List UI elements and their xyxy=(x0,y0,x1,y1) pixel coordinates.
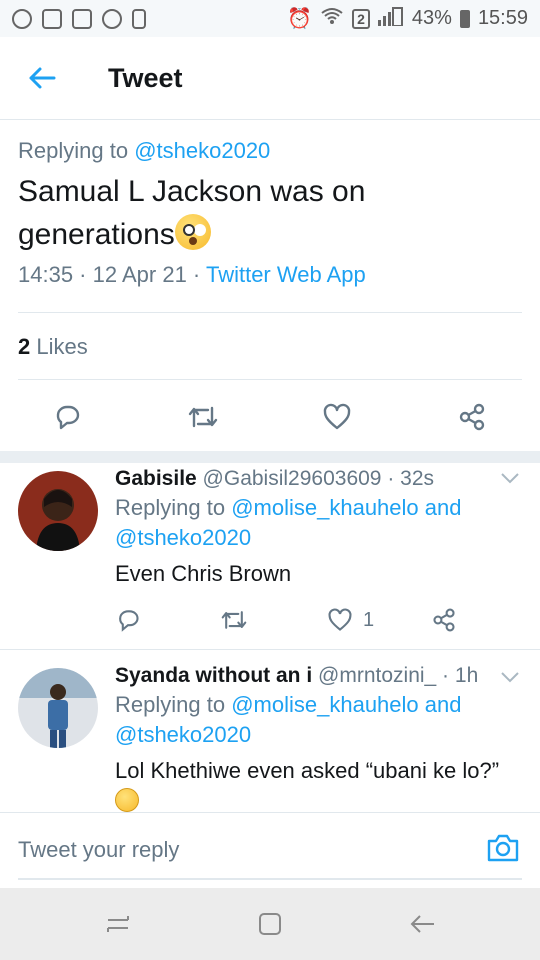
sweat-smile-emoji xyxy=(115,788,139,812)
clock: 15:59 xyxy=(477,7,528,29)
like-count: 1 xyxy=(363,608,375,631)
mention-link[interactable]: @molise_khauhelo xyxy=(231,495,418,520)
reply-menu-button[interactable] xyxy=(500,471,520,490)
signal-badge: 2 xyxy=(352,8,370,29)
divider xyxy=(18,379,522,380)
replying-handle-link[interactable]: @tsheko2020 xyxy=(134,138,270,163)
tweet-meta: 14:35 · 12 Apr 21 · Twitter Web App xyxy=(18,262,366,287)
replying-prefix: Replying to xyxy=(18,138,129,163)
recents-button[interactable] xyxy=(100,906,136,942)
reply-tweet[interactable]: Gabisile @Gabisil29603609 · 32s Replying… xyxy=(0,463,540,649)
camera-button[interactable] xyxy=(486,833,520,868)
retweet-button[interactable] xyxy=(181,395,225,439)
astonished-face-emoji xyxy=(174,214,211,250)
share-button[interactable] xyxy=(450,395,494,439)
compose-bar: Tweet your reply xyxy=(0,812,540,888)
likes-label: Likes xyxy=(36,334,88,359)
author-handle[interactable]: @mrntozini_ xyxy=(318,664,436,687)
reply-body: Gabisile @Gabisil29603609 · 32s Replying… xyxy=(115,467,525,589)
mention-link[interactable]: @molise_khauhelo xyxy=(231,692,418,717)
heart-icon xyxy=(328,608,352,631)
settings-icon xyxy=(102,8,122,29)
author-name[interactable]: Gabisile xyxy=(115,467,197,490)
back-nav-button[interactable] xyxy=(404,906,440,942)
divider xyxy=(18,312,522,313)
reply-text: Lol Khethiwe even asked “ubani ke lo?” xyxy=(115,756,525,812)
reply-header: Gabisile @Gabisil29603609 · 32s xyxy=(115,467,435,490)
reply-button[interactable] xyxy=(45,395,89,439)
avatar[interactable] xyxy=(18,471,98,551)
reply-tweet[interactable]: Syanda without an i @mrntozini_ · 1h Rep… xyxy=(0,650,540,812)
mention-link[interactable]: @tsheko2020 xyxy=(115,722,251,747)
replying-and[interactable]: and xyxy=(425,692,462,717)
reply-body: Syanda without an i @mrntozini_ · 1h Rep… xyxy=(115,664,525,812)
tweet-actions xyxy=(0,395,540,439)
system-nav-bar xyxy=(0,888,540,960)
mail-icon xyxy=(42,8,62,29)
share-icon xyxy=(433,608,455,632)
retweet-icon xyxy=(188,406,218,428)
home-icon xyxy=(259,913,281,935)
reply-text: Even Chris Brown xyxy=(115,561,292,586)
tweet-source-link[interactable]: Twitter Web App xyxy=(206,262,366,287)
arrow-left-icon xyxy=(410,915,434,933)
replying-prefix: Replying to xyxy=(115,495,226,520)
avatar[interactable] xyxy=(18,668,98,748)
heart-icon xyxy=(323,403,351,430)
reply-text-body: Lol Khethiwe even asked “ubani ke lo?” xyxy=(115,758,500,783)
battery-level: 43% xyxy=(411,7,452,29)
reply-age: 32s xyxy=(400,467,435,490)
reply-retweet-button[interactable] xyxy=(219,605,249,635)
tweet-text: Samual L Jackson was on generations xyxy=(18,170,522,256)
replying-to: Replying to @tsheko2020 xyxy=(18,138,522,164)
chevron-down-icon xyxy=(501,473,519,484)
author-handle[interactable]: @Gabisil29603609 xyxy=(203,467,382,490)
replying-to: Replying to @molise_khauhelo and @tsheko… xyxy=(115,493,525,553)
status-bar: ⏰ 2 43% 15:59 xyxy=(0,0,540,37)
reply-age: 1h xyxy=(454,664,479,687)
notification-icons xyxy=(12,8,146,29)
reply-share-button[interactable] xyxy=(431,605,457,635)
whatsapp-icon xyxy=(12,8,32,29)
reply-input[interactable]: Tweet your reply xyxy=(18,837,179,863)
reply-menu-button[interactable] xyxy=(500,670,520,689)
replying-and[interactable]: and xyxy=(425,495,462,520)
replying-prefix: Replying to xyxy=(115,692,226,717)
signal-icon xyxy=(377,6,404,32)
reply-header: Syanda without an i @mrntozini_ · 1h xyxy=(115,664,479,687)
reply-comment-button[interactable] xyxy=(115,605,141,635)
gallery-icon xyxy=(72,8,92,29)
tweet-time: 14:35 xyxy=(18,262,74,287)
like-button[interactable] xyxy=(315,395,359,439)
camera-icon xyxy=(487,834,519,862)
retweet-icon xyxy=(221,611,247,629)
back-button[interactable] xyxy=(0,37,84,120)
reply-actions: 1 xyxy=(115,605,525,635)
battery-icon xyxy=(459,9,470,28)
section-divider xyxy=(0,451,540,463)
main-tweet: Replying to @tsheko2020 Samual L Jackson… xyxy=(18,120,522,288)
compose-underline xyxy=(18,878,522,880)
likes-count: 2 xyxy=(18,334,31,359)
wifi-icon xyxy=(320,7,344,31)
chevron-down-icon xyxy=(501,672,519,683)
reply-like-button[interactable]: 1 xyxy=(327,605,374,635)
recents-icon xyxy=(107,916,129,932)
page-title: Tweet xyxy=(108,62,183,93)
comment-icon xyxy=(119,610,139,632)
arrow-left-icon xyxy=(29,67,56,89)
app-header: Tweet xyxy=(0,37,540,120)
replying-to: Replying to @molise_khauhelo and @tsheko… xyxy=(115,690,525,750)
share-icon xyxy=(459,403,485,431)
comment-icon xyxy=(56,405,80,430)
tweet-date: 12 Apr 21 xyxy=(92,262,187,287)
home-button[interactable] xyxy=(252,906,288,942)
alarm-icon: ⏰ xyxy=(287,8,313,30)
author-name[interactable]: Syanda without an i xyxy=(115,664,312,687)
likes-count-link[interactable]: 2 Likes xyxy=(18,334,88,360)
sd-card-icon xyxy=(132,8,146,29)
mention-link[interactable]: @tsheko2020 xyxy=(115,525,251,550)
